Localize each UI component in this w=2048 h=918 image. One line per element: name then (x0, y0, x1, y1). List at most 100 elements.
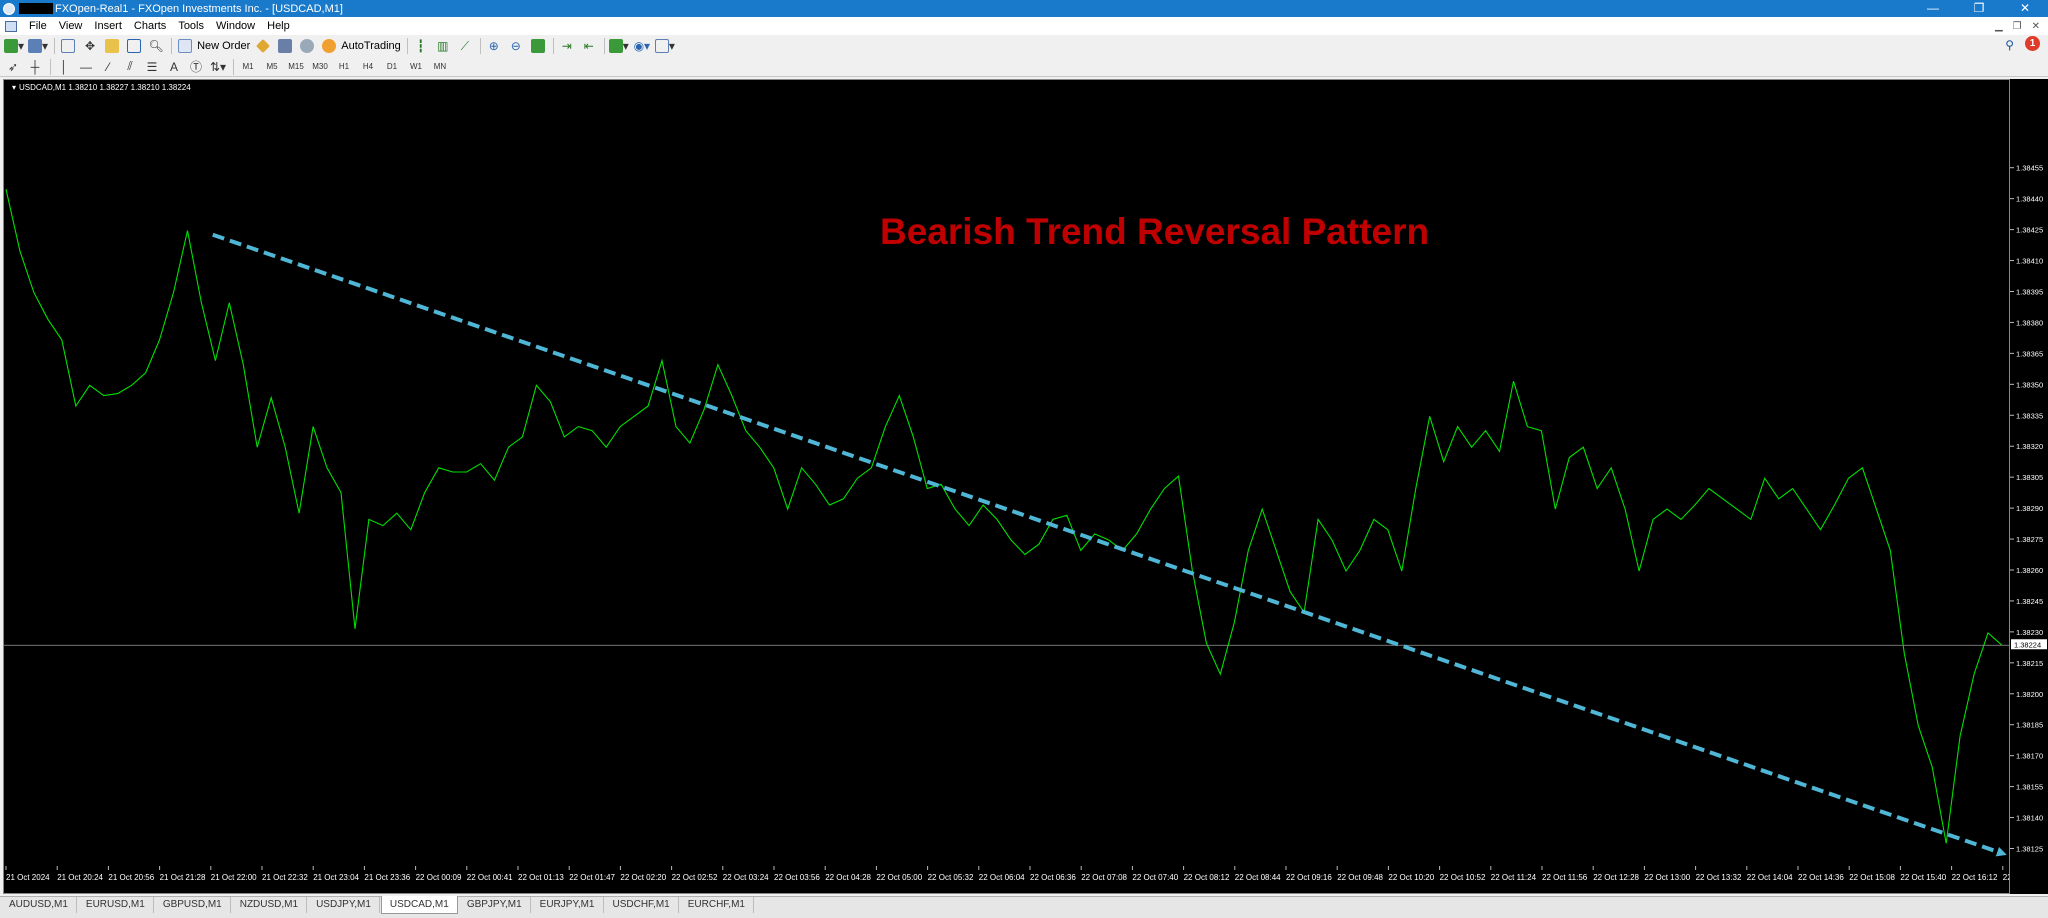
timeframe-m30[interactable]: M30 (310, 58, 330, 76)
time-axis-label: 22 Oct 15:40 (1900, 873, 1946, 882)
new-order-icon[interactable] (176, 37, 194, 55)
signals-icon[interactable] (298, 37, 316, 55)
autotrading-button[interactable]: AutoTrading (341, 40, 401, 52)
data-window-icon[interactable]: ✥ (81, 37, 99, 55)
chart-shift-icon[interactable]: ⇤ (580, 37, 598, 55)
arrows-icon[interactable]: ⇅▾ (209, 58, 227, 76)
window-controls: — ❐ ✕ (1910, 0, 2048, 17)
time-axis-label: 22 Oct 09:48 (1337, 873, 1383, 882)
price-scale-axis: 1.38455 1.38440 1.38425 1.38410 1.38395 1.383… (2010, 164, 2047, 853)
new-order-button[interactable]: New Order (197, 40, 250, 52)
candlestick-icon[interactable]: ▥ (434, 37, 452, 55)
timeframe-h1[interactable]: H1 (334, 58, 354, 76)
minimize-button[interactable]: — (1910, 0, 1956, 17)
menu-view[interactable]: View (59, 20, 83, 32)
search-icon[interactable]: ⚲ (2005, 38, 2014, 52)
price-axis-label: 1.38260 (2016, 566, 2043, 575)
tab-usdcad[interactable]: USDCAD,M1 (380, 896, 458, 914)
chart-info-arrow-icon: ▾ (12, 83, 16, 92)
terminal-icon[interactable] (125, 37, 143, 55)
price-scale[interactable]: 1.38455 1.38440 1.38425 1.38410 1.38395 1.383… (2010, 79, 2048, 894)
timeframe-w1[interactable]: W1 (406, 58, 426, 76)
timeframe-d1[interactable]: D1 (382, 58, 402, 76)
tab-gbpjpy[interactable]: GBPJPY,M1 (458, 897, 531, 913)
bearish-trendline[interactable] (212, 232, 2007, 857)
channel-icon[interactable]: ⫽ (121, 58, 139, 76)
time-axis-label: 22 Oct 11:56 (1542, 873, 1588, 882)
menu-insert[interactable]: Insert (94, 20, 122, 32)
maximize-button[interactable]: ❐ (1956, 0, 2002, 17)
bar-chart-icon[interactable]: ┇ (412, 37, 430, 55)
tab-gbpusd[interactable]: GBPUSD,M1 (154, 897, 231, 913)
text-icon[interactable]: A (165, 58, 183, 76)
timeframe-m5[interactable]: M5 (262, 58, 282, 76)
chart-tabs: AUDUSD,M1 EURUSD,M1 GBPUSD,M1 NZDUSD,M1 … (0, 896, 2048, 918)
chart-annotation[interactable]: Bearish Trend Reversal Pattern (880, 211, 1429, 252)
metaeditor-icon[interactable] (254, 37, 272, 55)
horizontal-line-icon[interactable]: — (77, 58, 95, 76)
vertical-line-icon[interactable]: │ (55, 58, 73, 76)
tab-eurusd[interactable]: EURUSD,M1 (77, 897, 154, 913)
navigator-icon[interactable] (103, 37, 121, 55)
toolbar-divider (552, 38, 554, 54)
cursor-icon[interactable]: ➶ (4, 58, 22, 76)
menu-charts[interactable]: Charts (134, 20, 166, 32)
templates-icon[interactable]: ▾ (654, 37, 675, 55)
zoom-in-icon[interactable]: ⊕ (485, 37, 503, 55)
market-icon[interactable] (276, 37, 294, 55)
timeframe-mn[interactable]: MN (430, 58, 450, 76)
trendline-icon[interactable]: ⁄ (99, 58, 117, 76)
text-label-icon[interactable]: Ⓣ (187, 58, 205, 76)
price-axis-label: 1.38320 (2016, 442, 2043, 451)
menu-tools[interactable]: Tools (178, 20, 204, 32)
crosshair-icon[interactable]: ┼ (26, 58, 44, 76)
time-axis-label: 22 Oct 06:36 (1030, 873, 1076, 882)
chart-window[interactable]: ▾ USDCAD,M1 1.38210 1.38227 1.38210 1.38… (3, 79, 2010, 894)
tab-eurchf[interactable]: EURCHF,M1 (679, 897, 754, 913)
timeframe-h4[interactable]: H4 (358, 58, 378, 76)
line-chart-icon[interactable]: ⟋ (456, 37, 474, 55)
periods-icon[interactable]: ◉▾ (633, 37, 651, 55)
price-chart[interactable]: ▾ USDCAD,M1 1.38210 1.38227 1.38210 1.38… (4, 80, 2009, 893)
profiles-icon[interactable]: ▾ (28, 37, 48, 55)
timeframe-m1[interactable]: M1 (238, 58, 258, 76)
zoom-out-icon[interactable]: ⊖ (507, 37, 525, 55)
strategy-tester-icon[interactable]: 🔍︎ (147, 37, 165, 55)
app-icon (3, 2, 15, 15)
close-button[interactable]: ✕ (2002, 0, 2048, 17)
tab-eurjpy[interactable]: EURJPY,M1 (531, 897, 604, 913)
time-axis-label: 22 Oct 01:13 (518, 873, 564, 882)
time-axis-label: 22 Oct 12:28 (1593, 873, 1639, 882)
tab-usdchf[interactable]: USDCHF,M1 (604, 897, 679, 913)
fibonacci-icon[interactable]: ☰ (143, 58, 161, 76)
tile-windows-icon[interactable] (529, 37, 547, 55)
market-watch-icon[interactable] (59, 37, 77, 55)
mdi-close-icon[interactable]: ✕ (2032, 21, 2040, 32)
time-axis-label: 22 Oct 04:28 (825, 873, 871, 882)
tab-audusd[interactable]: AUDUSD,M1 (1, 897, 77, 913)
new-chart-icon[interactable]: ▾ (4, 37, 24, 55)
tab-nzdusd[interactable]: NZDUSD,M1 (231, 897, 308, 913)
price-axis-label: 1.38125 (2016, 844, 2043, 853)
toolbar-divider (54, 38, 56, 54)
time-axis-label: 22 Oct 03:24 (723, 873, 769, 882)
chart-window-icon[interactable] (5, 20, 17, 32)
menu-window[interactable]: Window (216, 20, 255, 32)
timeframe-m15[interactable]: M15 (286, 58, 306, 76)
indicators-icon[interactable]: ▾ (608, 37, 629, 55)
mdi-minimize-icon[interactable]: ▁ (1995, 21, 2003, 32)
toolbar-divider (233, 58, 234, 75)
time-axis-label: 22 Oct 16:12 (1952, 873, 1998, 882)
menu-file[interactable]: File (29, 20, 47, 32)
time-axis-label: 22 Oct 05:32 (928, 873, 974, 882)
time-axis-label: 22 Oct 07:40 (1132, 873, 1178, 882)
toolbar-divider (406, 38, 408, 54)
autotrading-icon[interactable] (320, 37, 338, 55)
price-axis-label: 1.38440 (2016, 195, 2043, 204)
alerts-badge[interactable]: 1 (2025, 36, 2040, 51)
tab-usdjpy[interactable]: USDJPY,M1 (308, 897, 380, 913)
toolbar-divider (479, 38, 481, 54)
menu-help[interactable]: Help (267, 20, 290, 32)
mdi-restore-icon[interactable]: ❐ (2013, 21, 2022, 32)
auto-scroll-icon[interactable]: ⇥ (558, 37, 576, 55)
